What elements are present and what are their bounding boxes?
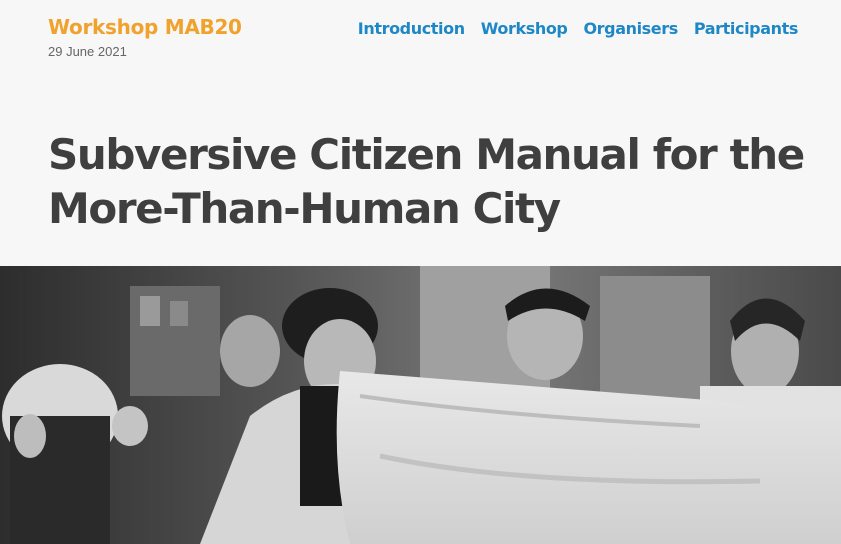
page-title: Subversive Citizen Manual for the More-T… [48, 130, 805, 233]
nav-link-introduction[interactable]: Introduction [358, 19, 465, 38]
protest-photo-illustration [0, 266, 841, 544]
site-header: Workshop MAB20 29 June 2021 Introduction… [0, 0, 841, 70]
nav-link-organisers[interactable]: Organisers [583, 19, 678, 38]
hero-photo [0, 266, 841, 544]
nav-link-workshop[interactable]: Workshop [481, 19, 568, 38]
site-title-link[interactable]: Workshop MAB20 [48, 15, 242, 39]
event-date: 29 June 2021 [48, 44, 127, 59]
main-nav: Introduction Workshop Organisers Partici… [358, 19, 799, 38]
nav-link-participants[interactable]: Participants [694, 19, 799, 38]
